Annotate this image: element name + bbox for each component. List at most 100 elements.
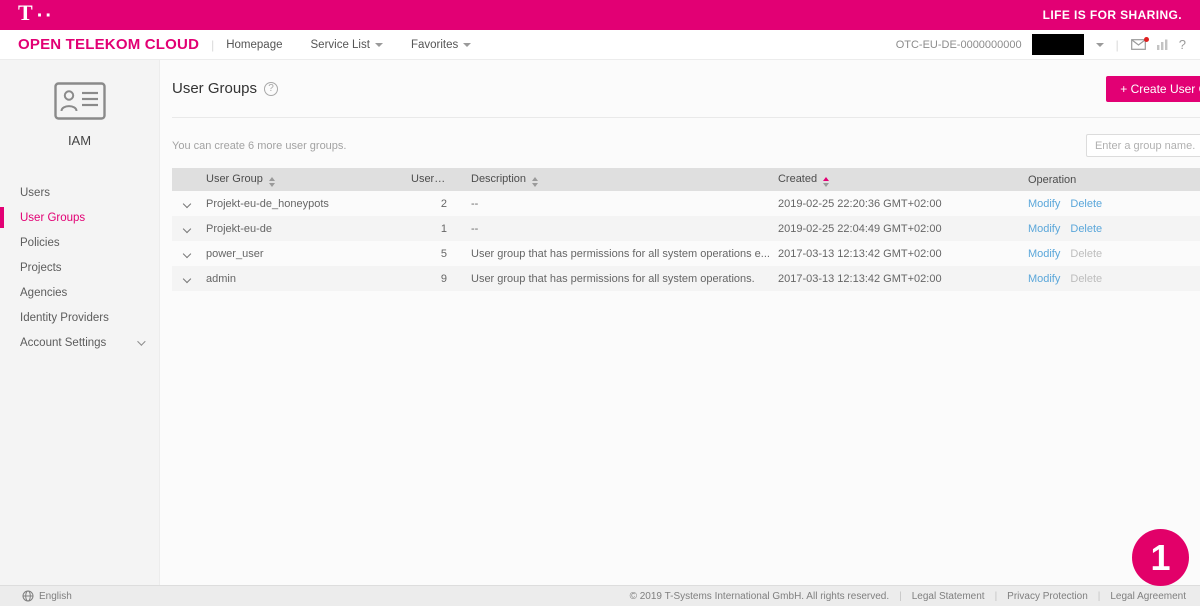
expand-chevron-icon[interactable] (183, 199, 191, 207)
nav-favorites[interactable]: Favorites (411, 39, 471, 51)
modify-link[interactable]: Modify (1028, 223, 1060, 235)
footer-separator: | (995, 591, 998, 602)
users-count: 5 (407, 248, 457, 260)
group-description: -- (457, 198, 774, 210)
nav-favorites-label: Favorites (411, 39, 458, 51)
user-groups-table: User Group Users Description Created Ope… (172, 168, 1200, 291)
nav-homepage[interactable]: Homepage (226, 39, 282, 51)
sidebar-item-label: Account Settings (20, 337, 106, 349)
toolbar-row: You can create 6 more user groups. (172, 134, 1200, 157)
table-header-row: User Group Users Description Created Ope… (172, 168, 1200, 191)
sidebar-item-label: Policies (20, 237, 60, 249)
navbar-right-cluster: OTC-EU-DE-0000000000 | ? (896, 34, 1186, 55)
stats-icon[interactable] (1156, 39, 1169, 50)
group-name: Projekt-eu-de_honeypots (202, 198, 407, 210)
copyright-text: © 2019 T-Systems International GmbH. All… (630, 591, 890, 602)
main-content: User Groups ? + Create User Group You ca… (160, 60, 1200, 585)
group-search-input[interactable] (1095, 140, 1200, 152)
sidebar: IAM Users User Groups Policies Projects … (0, 60, 160, 585)
sort-icon[interactable] (532, 177, 538, 187)
sidebar-item-label: Agencies (20, 287, 67, 299)
delete-link[interactable]: Delete (1070, 273, 1102, 285)
language-label: English (39, 591, 72, 602)
table-row: Projekt-eu-de_honeypots 2 -- 2019-02-25 … (172, 191, 1200, 216)
sort-icon[interactable] (446, 177, 452, 187)
service-header: IAM (0, 60, 159, 162)
group-description: User group that has permissions for all … (457, 273, 774, 285)
legal-agreement-link[interactable]: Legal Agreement (1110, 591, 1186, 602)
sidebar-item-users[interactable]: Users (0, 180, 159, 205)
language-selector[interactable]: English (22, 590, 72, 602)
create-user-group-button[interactable]: + Create User Group (1106, 76, 1200, 102)
col-label: Description (471, 173, 526, 185)
sidebar-item-projects[interactable]: Projects (0, 255, 159, 280)
nav-homepage-label: Homepage (226, 39, 282, 51)
col-description: Description (457, 173, 774, 187)
top-navigation: Homepage Service List Favorites (226, 39, 471, 51)
table-row: admin 9 User group that has permissions … (172, 266, 1200, 291)
privacy-protection-link[interactable]: Privacy Protection (1007, 591, 1088, 602)
title-help-icon[interactable]: ? (264, 82, 278, 96)
created-timestamp: 2017-03-13 12:13:42 GMT+02:00 (774, 273, 1024, 285)
telekom-dots: ·· (37, 6, 54, 26)
account-dropdown-caret-icon[interactable] (1096, 43, 1104, 47)
sidebar-item-user-groups[interactable]: User Groups (0, 205, 159, 230)
chevron-down-icon (375, 43, 383, 47)
top-brand-bar: T ·· LIFE IS FOR SHARING. (0, 0, 1200, 30)
sidebar-item-label: User Groups (20, 212, 85, 224)
users-count: 9 (407, 273, 457, 285)
footer-separator: | (1098, 591, 1101, 602)
brand-title[interactable]: OPEN TELEKOM CLOUD (18, 36, 199, 53)
icon-separator: | (1116, 38, 1119, 52)
globe-icon (22, 590, 34, 602)
mail-icon[interactable] (1131, 39, 1146, 50)
users-count: 1 (407, 223, 457, 235)
footer: English © 2019 T-Systems International G… (0, 585, 1200, 606)
main-navbar: OPEN TELEKOM CLOUD | Homepage Service Li… (0, 30, 1200, 60)
chevron-down-icon (137, 337, 143, 349)
service-name: IAM (0, 133, 159, 148)
step-annotation-badge: 1 (1132, 529, 1189, 586)
modify-link[interactable]: Modify (1028, 248, 1060, 260)
title-row: User Groups ? + Create User Group (172, 60, 1200, 118)
chevron-down-icon (463, 43, 471, 47)
page: T ·· LIFE IS FOR SHARING. OPEN TELEKOM C… (0, 0, 1200, 606)
col-operation: Operation (1024, 174, 1200, 186)
sidebar-item-account-settings[interactable]: Account Settings (0, 330, 159, 355)
sidebar-item-identity-providers[interactable]: Identity Providers (0, 305, 159, 330)
nav-separator: | (211, 38, 214, 52)
body: IAM Users User Groups Policies Projects … (0, 60, 1200, 585)
iam-card-icon (54, 82, 106, 125)
telekom-t: T (18, 2, 33, 24)
modify-link[interactable]: Modify (1028, 273, 1060, 285)
delete-link[interactable]: Delete (1070, 223, 1102, 235)
sidebar-item-policies[interactable]: Policies (0, 230, 159, 255)
created-timestamp: 2017-03-13 12:13:42 GMT+02:00 (774, 248, 1024, 260)
delete-link[interactable]: Delete (1070, 198, 1102, 210)
telekom-logo-icon[interactable]: T ·· (18, 4, 54, 26)
modify-link[interactable]: Modify (1028, 198, 1060, 210)
delete-link[interactable]: Delete (1070, 248, 1102, 260)
legal-statement-link[interactable]: Legal Statement (912, 591, 985, 602)
col-user-group: User Group (202, 173, 407, 187)
table-row: Projekt-eu-de 1 -- 2019-02-25 22:04:49 G… (172, 216, 1200, 241)
nav-service-list-label: Service List (311, 39, 370, 51)
expand-chevron-icon[interactable] (183, 249, 191, 257)
created-timestamp: 2019-02-25 22:04:49 GMT+02:00 (774, 223, 1024, 235)
created-timestamp: 2019-02-25 22:20:36 GMT+02:00 (774, 198, 1024, 210)
expand-chevron-icon[interactable] (183, 274, 191, 282)
nav-service-list[interactable]: Service List (311, 39, 383, 51)
sidebar-item-agencies[interactable]: Agencies (0, 280, 159, 305)
sidebar-item-label: Projects (20, 262, 62, 274)
account-id-text: OTC-EU-DE-0000000000 (896, 39, 1022, 51)
sidebar-item-label: Users (20, 187, 50, 199)
help-icon[interactable]: ? (1179, 37, 1186, 52)
group-search-box (1086, 134, 1200, 157)
slogan-text: LIFE IS FOR SHARING. (1043, 8, 1182, 22)
sort-icon[interactable] (269, 177, 275, 187)
sort-icon-active[interactable] (823, 177, 829, 187)
group-name: Projekt-eu-de (202, 223, 407, 235)
expand-chevron-icon[interactable] (183, 224, 191, 232)
table-row: power_user 5 User group that has permiss… (172, 241, 1200, 266)
users-count: 2 (407, 198, 457, 210)
